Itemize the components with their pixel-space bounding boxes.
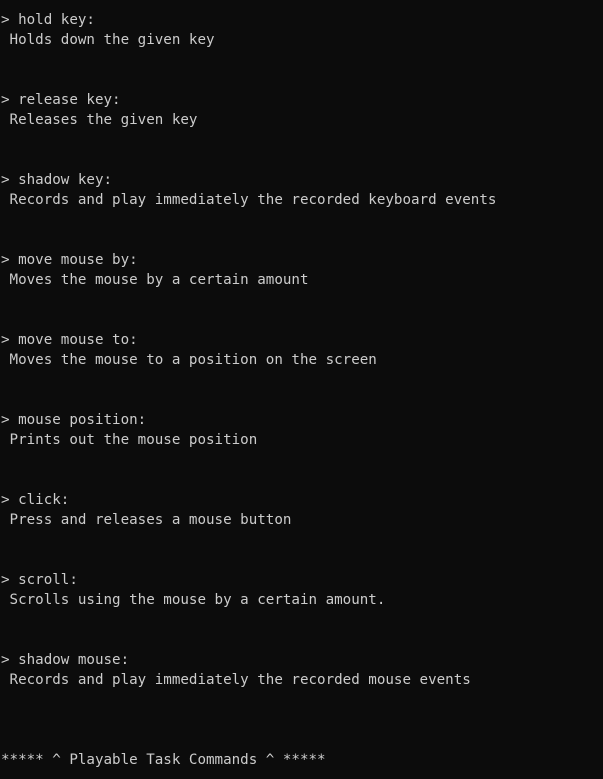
command-description: Prints out the mouse position <box>1 432 258 448</box>
command-entry-move-mouse-to: > move mouse to: Moves the mouse to a po… <box>0 330 603 410</box>
command-title: > move mouse to: <box>1 332 138 348</box>
section-footer: ***** ^ Playable Task Commands ^ ***** <box>1 752 326 768</box>
command-description: Moves the mouse to a position on the scr… <box>1 352 377 368</box>
command-title: > hold key: <box>1 12 95 28</box>
command-description: Press and releases a mouse button <box>1 512 292 528</box>
command-entry-hold-key: > hold key: Holds down the given key <box>0 10 603 90</box>
command-description: Releases the given key <box>1 112 198 128</box>
command-entry-mouse-position: > mouse position: Prints out the mouse p… <box>0 410 603 490</box>
command-title: > shadow key: <box>1 172 113 188</box>
command-description: Records and play immediately the recorde… <box>1 192 497 208</box>
command-entry-move-mouse-by: > move mouse by: Moves the mouse by a ce… <box>0 250 603 330</box>
command-entry-shadow-key: > shadow key: Records and play immediate… <box>0 170 603 250</box>
command-entry-click: > click: Press and releases a mouse butt… <box>0 490 603 570</box>
command-entry-shadow-mouse: > shadow mouse: Records and play immedia… <box>0 650 603 730</box>
command-entry-scroll: > scroll: Scrolls using the mouse by a c… <box>0 570 603 650</box>
command-title: > click: <box>1 492 70 508</box>
command-title: > move mouse by: <box>1 252 138 268</box>
command-title: > release key: <box>1 92 121 108</box>
command-entry-release-key: > release key: Releases the given key <box>0 90 603 170</box>
command-description: Holds down the given key <box>1 32 215 48</box>
console-output: > hold key: Holds down the given key > r… <box>0 10 603 779</box>
command-description: Scrolls using the mouse by a certain amo… <box>1 592 386 608</box>
command-description: Moves the mouse by a certain amount <box>1 272 309 288</box>
command-title: > scroll: <box>1 572 78 588</box>
command-title: > shadow mouse: <box>1 652 130 668</box>
command-description: Records and play immediately the recorde… <box>1 672 471 688</box>
command-title: > mouse position: <box>1 412 147 428</box>
